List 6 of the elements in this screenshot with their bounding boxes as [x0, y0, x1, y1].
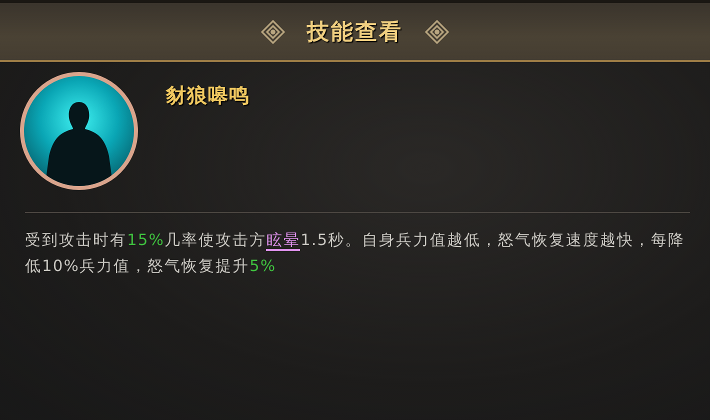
- diamond-ornament-icon: [425, 20, 449, 44]
- skill-description: 受到攻击时有 15%几率使攻击方眩晕 1.5秒。自身兵力值越低，怒气恢复速度越快，每降低10%兵力值，怒气恢复提升5%: [25, 230, 686, 277]
- dialog-title: 技能查看: [307, 18, 403, 46]
- status-link[interactable]: 眩晕: [266, 231, 300, 251]
- diamond-ornament-icon: [261, 20, 285, 44]
- skill-name: 豺狼嗥鸣: [166, 82, 250, 109]
